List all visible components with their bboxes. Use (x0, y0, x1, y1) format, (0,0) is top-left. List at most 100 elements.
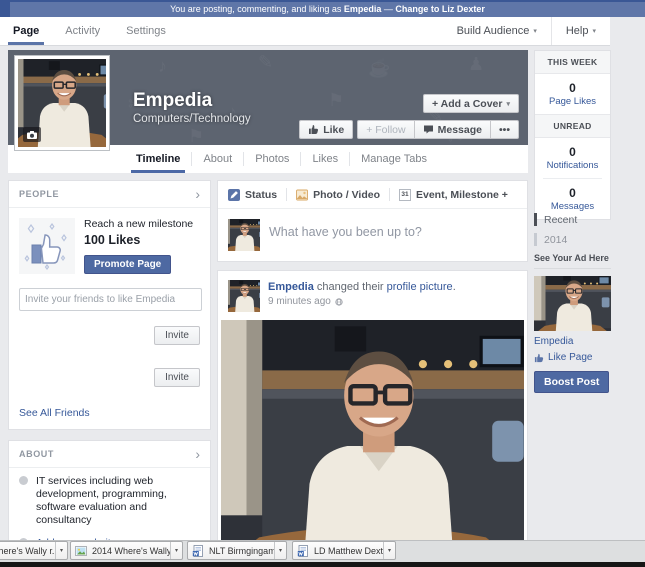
follow-button[interactable]: + Follow (357, 120, 414, 139)
see-all-friends-link[interactable]: See All Friends (9, 403, 210, 429)
composer-avatar (228, 219, 260, 251)
page-title-block: Empedia Computers/Technology (133, 90, 251, 127)
ad-like-page-link[interactable]: Like Page (534, 352, 611, 363)
tab-activity[interactable]: Activity (52, 17, 113, 45)
boost-post-container: Boost Post (534, 371, 611, 393)
admin-nav: Page Activity Settings Build Audience ▾ … (0, 17, 610, 46)
download-filename: NLT Birmgingam W....doc (204, 546, 274, 556)
invite-button[interactable]: Invite (154, 326, 200, 345)
help-label: Help (566, 25, 589, 37)
banner-dash: — (381, 4, 395, 14)
post-photo[interactable] (221, 320, 524, 567)
timestamp-text[interactable]: 9 minutes ago (268, 295, 331, 309)
download-filename: 2014 Where's Wally r....jpg (87, 546, 170, 556)
post-action-text: changed their (314, 281, 387, 293)
build-audience-menu[interactable]: Build Audience ▾ (443, 17, 551, 45)
ad-page-name-link[interactable]: Empedia (534, 336, 611, 347)
notifications-count: 0 (535, 145, 610, 159)
timeline-year-nav: Recent 2014 (534, 213, 611, 253)
caret-down-icon[interactable]: ▾ (274, 542, 286, 559)
tab-likes[interactable]: Likes (301, 145, 349, 173)
chevron-right-icon[interactable]: › (195, 449, 200, 459)
post-meta: Empedia changed their profile picture. 9… (268, 280, 456, 312)
build-audience-label: Build Audience (457, 25, 530, 37)
timeline-nav-bar (534, 213, 537, 226)
photo-video-icon (296, 189, 308, 201)
profile-picture[interactable] (14, 55, 110, 151)
page-category: Computers/Technology (133, 112, 251, 127)
about-description-item: IT services including web development, p… (9, 468, 210, 530)
composer-tab-event[interactable]: 31 Event, Milestone + (399, 189, 508, 201)
word-doc-icon (192, 545, 204, 557)
camera-icon[interactable] (23, 127, 41, 142)
voice-switcher-banner: You are posting, commenting, and liking … (0, 0, 645, 17)
promote-page-button[interactable]: Promote Page (84, 255, 171, 274)
tab-page[interactable]: Page (0, 17, 52, 45)
chevron-right-icon[interactable]: › (195, 189, 200, 199)
download-filename: LD Matthew Dexter ....docx (309, 546, 383, 556)
caret-down-icon: ▾ (592, 27, 596, 35)
composer-placeholder[interactable]: What have you been up to? (269, 225, 422, 251)
download-item[interactable]: NLT Birmgingam W....doc ▾ (187, 541, 287, 560)
this-week-header: THIS WEEK (535, 51, 610, 74)
banner-page-name: Empedia (344, 4, 382, 14)
add-cover-button[interactable]: + Add a Cover ▾ (423, 94, 519, 113)
message-label: Message (438, 124, 482, 136)
like-button[interactable]: Like (299, 120, 353, 139)
post-card: Empedia changed their profile picture. 9… (217, 270, 528, 567)
event-milestone-label: Event, Milestone + (416, 189, 508, 201)
about-description: IT services including web development, p… (36, 475, 200, 527)
page-likes-count: 0 (535, 81, 610, 95)
about-header-label: ABOUT (19, 449, 54, 459)
messages-count: 0 (535, 186, 610, 200)
post-author-link[interactable]: Empedia (268, 281, 314, 293)
tab-manage-tabs[interactable]: Manage Tabs (350, 145, 438, 173)
milestone-thumb-illustration (19, 218, 75, 274)
composer-body[interactable]: What have you been up to? (218, 209, 527, 261)
composer-card: Status Photo / Video 31 Event, Milestone… (217, 180, 528, 262)
download-item[interactable]: Where's Wally r....jpg ▾ (0, 541, 68, 560)
message-button[interactable]: Message (415, 120, 491, 139)
timeline-nav-recent[interactable]: Recent (534, 213, 611, 226)
messages-link[interactable]: Messages (535, 201, 610, 212)
milestone-title: 100 Likes (84, 233, 193, 247)
caret-down-icon[interactable]: ▾ (383, 542, 395, 559)
download-item[interactable]: 2014 Where's Wally r....jpg ▾ (70, 541, 183, 560)
tab-timeline[interactable]: Timeline (125, 145, 191, 173)
milestone-body: Reach a new milestone 100 Likes Promote … (84, 218, 193, 274)
people-card: PEOPLE › Reach a new milestone 100 Likes… (8, 180, 211, 430)
more-options-button[interactable]: ••• (491, 120, 519, 139)
page-likes-link[interactable]: Page Likes (535, 96, 610, 107)
page-stats-card: THIS WEEK 0 Page Likes UNREAD 0 Notifica… (534, 50, 611, 220)
invite-button[interactable]: Invite (154, 368, 200, 387)
post-avatar[interactable] (228, 280, 260, 312)
download-item[interactable]: LD Matthew Dexter ....docx ▾ (292, 541, 396, 560)
facebook-page-admin-screen: You are posting, commenting, and liking … (0, 0, 645, 567)
download-filename: Where's Wally r....jpg (0, 546, 55, 556)
status-pencil-icon (228, 189, 240, 201)
timeline-nav-bar (534, 233, 537, 246)
caret-down-icon[interactable]: ▾ (55, 542, 67, 559)
composer-tab-photo-video[interactable]: Photo / Video (296, 189, 380, 201)
caret-down-icon[interactable]: ▾ (170, 542, 182, 559)
composer-tab-status[interactable]: Status (228, 189, 277, 201)
boost-post-button[interactable]: Boost Post (534, 371, 609, 393)
tab-photos[interactable]: Photos (244, 145, 300, 173)
word-doc-icon (297, 545, 309, 557)
admin-nav-right: Build Audience ▾ Help ▾ (443, 17, 610, 45)
tab-settings[interactable]: Settings (113, 17, 179, 45)
thumbs-up-icon (308, 124, 319, 135)
tab-about[interactable]: About (192, 145, 243, 173)
timeline-nav-2014[interactable]: 2014 (534, 233, 611, 246)
image-file-icon (75, 545, 87, 557)
invite-friends-input[interactable] (19, 288, 202, 311)
camera-glyph (26, 130, 38, 140)
left-column: PEOPLE › Reach a new milestone 100 Likes… (8, 180, 211, 567)
main-column: Status Photo / Video 31 Event, Milestone… (217, 180, 528, 567)
milestone-text: Reach a new milestone (84, 218, 193, 230)
notifications-link[interactable]: Notifications (535, 160, 610, 171)
post-object-link[interactable]: profile picture (387, 281, 453, 293)
info-bullet-icon (19, 476, 28, 485)
help-menu[interactable]: Help ▾ (551, 17, 610, 45)
change-voice-link[interactable]: Change to Liz Dexter (395, 4, 485, 14)
